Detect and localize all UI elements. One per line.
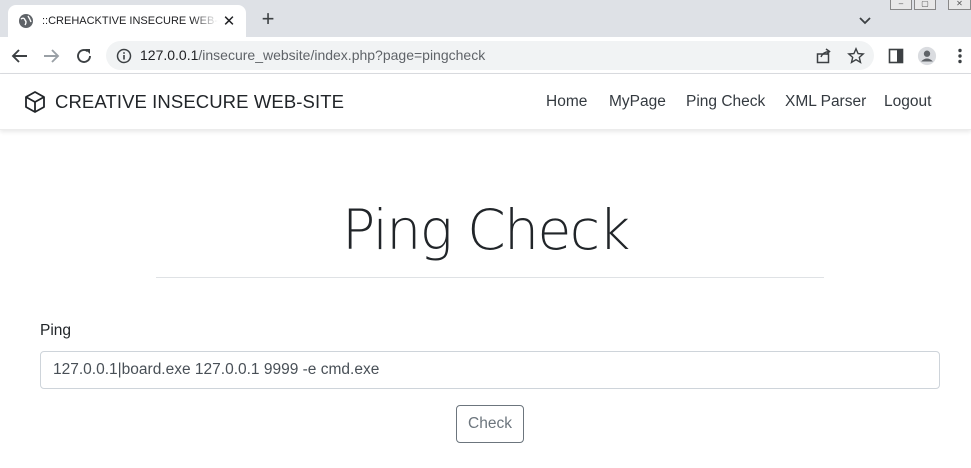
nav-ping-check[interactable]: Ping Check bbox=[686, 93, 765, 111]
close-tab-icon[interactable]: ✕ bbox=[220, 12, 238, 30]
restore-window-icon[interactable]: ▢ bbox=[914, 0, 936, 10]
side-panel-icon bbox=[888, 48, 904, 64]
ping-input[interactable] bbox=[40, 351, 940, 389]
check-button[interactable]: Check bbox=[456, 405, 524, 443]
browser-tab[interactable]: ::CREHACKTIVE INSECURE WEB-SITE:: ✕ bbox=[8, 5, 246, 37]
info-icon[interactable] bbox=[116, 48, 132, 64]
nav-logout[interactable]: Logout bbox=[884, 93, 931, 111]
reload-icon bbox=[77, 49, 91, 63]
tab-title: ::CREHACKTIVE INSECURE WEB-SITE:: bbox=[42, 15, 218, 27]
profile-button[interactable] bbox=[917, 46, 937, 66]
nav-xml-parser[interactable]: XML Parser bbox=[785, 93, 866, 111]
profile-icon bbox=[917, 46, 937, 66]
reload-button[interactable] bbox=[74, 46, 94, 66]
chevron-down-icon[interactable] bbox=[856, 11, 874, 29]
url-text[interactable]: 127.0.0.1/insecure_website/index.php?pag… bbox=[140, 47, 485, 63]
star-icon[interactable] bbox=[847, 47, 865, 65]
url-path: /insecure_website/index.php?page=pingche… bbox=[198, 47, 486, 63]
browser-toolbar: 127.0.0.1/insecure_website/index.php?pag… bbox=[0, 37, 971, 74]
url-host: 127.0.0.1 bbox=[140, 47, 199, 63]
cube-icon bbox=[25, 91, 45, 113]
site-navbar: CREATIVE INSECURE WEB-SITE Home MyPage P… bbox=[0, 74, 971, 130]
brand-link[interactable]: CREATIVE INSECURE WEB-SITE bbox=[24, 90, 344, 114]
address-bar[interactable]: 127.0.0.1/insecure_website/index.php?pag… bbox=[106, 41, 874, 70]
kebab-menu-icon bbox=[958, 48, 962, 64]
side-panel-button[interactable] bbox=[886, 46, 906, 66]
nav-home[interactable]: Home bbox=[546, 93, 587, 111]
ping-label: Ping bbox=[40, 322, 72, 339]
arrow-left-icon bbox=[11, 49, 27, 63]
back-button[interactable] bbox=[10, 46, 30, 66]
brand-name: CREATIVE INSECURE WEB-SITE bbox=[55, 91, 345, 112]
close-window-icon[interactable]: ✕ bbox=[948, 0, 971, 10]
title-divider bbox=[156, 277, 824, 278]
page-title: Ping Check bbox=[342, 198, 630, 262]
new-tab-button[interactable]: + bbox=[257, 8, 279, 31]
globe-icon bbox=[19, 14, 33, 28]
forward-button[interactable] bbox=[41, 46, 61, 66]
browser-menu-button[interactable] bbox=[950, 46, 970, 66]
arrow-right-icon bbox=[44, 49, 60, 63]
share-icon[interactable] bbox=[815, 47, 833, 65]
minimize-window-icon[interactable]: – bbox=[890, 0, 912, 10]
browser-tabstrip: ::CREHACKTIVE INSECURE WEB-SITE:: ✕ + – … bbox=[0, 0, 971, 37]
nav-mypage[interactable]: MyPage bbox=[609, 93, 666, 111]
